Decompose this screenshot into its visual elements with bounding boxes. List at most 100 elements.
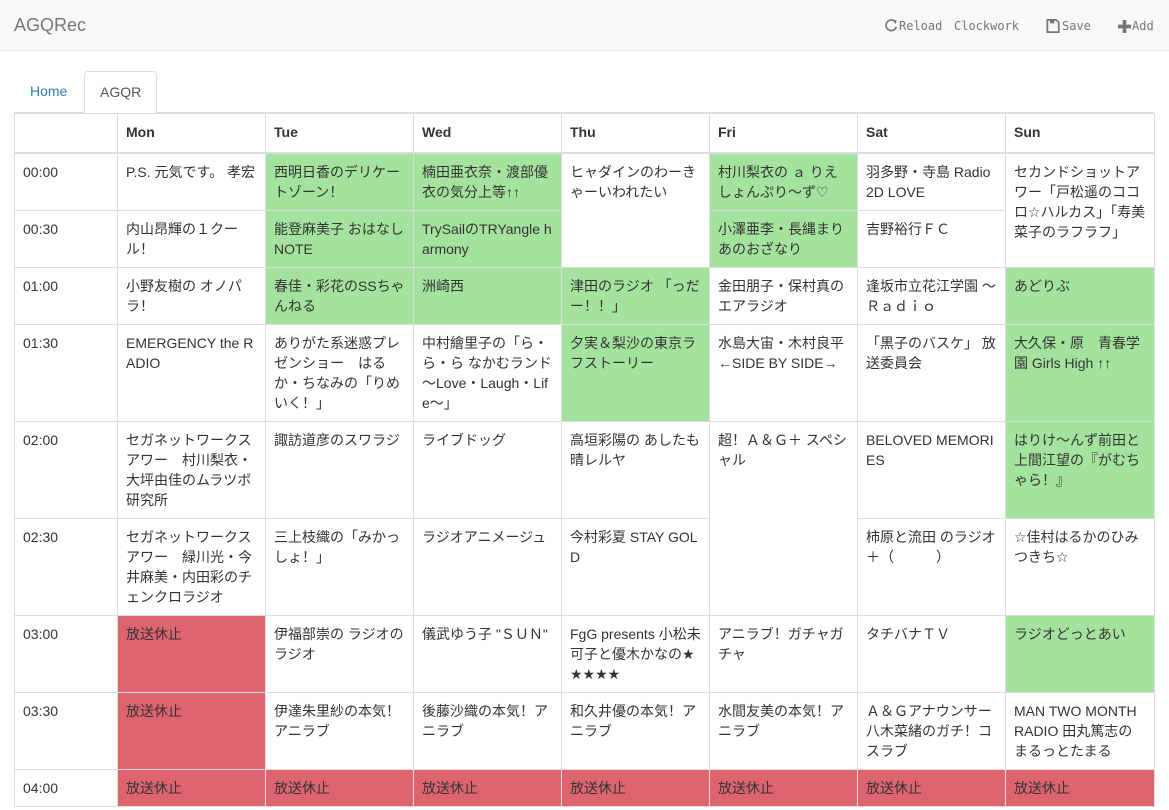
tab-agqr[interactable]: AGQR [84, 71, 158, 114]
program-cell[interactable]: 放送休止 [117, 614, 266, 693]
brand[interactable]: AGQRec [14, 15, 86, 35]
program-cell[interactable]: 今村彩夏 STAY GOLD [561, 517, 710, 616]
refresh-icon [885, 19, 898, 32]
program-cell[interactable]: アニラブ！ガチャガチャ [709, 614, 858, 693]
program-cell[interactable]: 羽多野・寺島 Radio 2D LOVE [857, 152, 1006, 211]
time-label: 03:30 [14, 691, 118, 770]
reload-label: Reload [899, 19, 943, 33]
program-cell[interactable]: ありがた系迷惑プレゼンショー はるか・ちなみの「りめいく！」 [265, 323, 414, 422]
day-header-thu: Thu [561, 113, 710, 154]
day-header-tue: Tue [265, 113, 414, 154]
program-cell[interactable]: 和久井優の本気！アニラブ [561, 691, 710, 770]
plus-icon [1118, 19, 1131, 33]
schedule-row: 03:30 放送休止 伊達朱里紗の本気！アニラブ 後藤沙織の本気！アニラブ 和久井優の本… [14, 691, 1155, 770]
schedule-table: Mon Tue Wed Thu Fri Sat Sun 00:00 P.S. 元気… [14, 113, 1155, 807]
program-cell[interactable]: あどりぶ [1005, 266, 1155, 325]
program-cell[interactable]: 伊福部崇の ラジオのラジオ [265, 614, 414, 693]
day-header-mon: Mon [117, 113, 266, 154]
program-cell[interactable]: 放送休止 [413, 768, 562, 807]
corner-cell [14, 113, 118, 154]
program-cell[interactable]: 村川梨衣の ａ りえしょんぷり～ず♡ [709, 152, 858, 211]
schedule-row: 04:00 放送休止 放送休止 放送休止 放送休止 放送休止 放送休止 放送休止 [14, 768, 1155, 807]
day-header-fri: Fri [709, 113, 858, 154]
program-cell[interactable]: 後藤沙織の本気！アニラブ [413, 691, 562, 770]
schedule-row: 02:00 セガネットワークスアワー 村川梨衣・大坪由佳のムラツボ研究所 諏訪道彦の… [14, 420, 1155, 616]
save-button[interactable]: Save [1046, 16, 1091, 36]
program-cell[interactable]: セカンドショットアワー「戸松遥のココロ☆ハルカス」「寿美菜子のラフラフ」 [1005, 152, 1155, 268]
schedule-row: 00:00 P.S. 元気です。 孝宏 西明日香のデリケートゾーン！ 楠田亜衣奈・渡部… [14, 152, 1155, 268]
day-header-wed: Wed [413, 113, 562, 154]
time-label: 02:00 [14, 420, 118, 519]
program-cell[interactable]: 楠田亜衣奈・渡部優衣の気分上等↑↑ [413, 152, 562, 211]
program-cell[interactable]: ライブドッグ [413, 420, 562, 519]
program-cell[interactable]: 放送休止 [117, 691, 266, 770]
program-cell[interactable]: 三上枝織の「みかっしょ！」 [265, 517, 414, 616]
program-cell[interactable]: 放送休止 [857, 768, 1006, 807]
program-cell[interactable]: 儀武ゆう子 "ＳＵＮ" [413, 614, 562, 693]
time-label: 03:00 [14, 614, 118, 693]
program-cell[interactable]: 放送休止 [265, 768, 414, 807]
program-cell[interactable]: 内山昂輝の１クール！ [117, 209, 266, 268]
program-cell[interactable]: 洲崎西 [413, 266, 562, 325]
program-cell[interactable]: 超！Ａ＆Ｇ＋ スペシャル [709, 420, 858, 616]
program-cell[interactable]: 水間友美の本気！アニラブ [709, 691, 858, 770]
time-label: 02:30 [14, 517, 118, 616]
clockwork-link[interactable]: Clockwork [954, 16, 1019, 36]
program-cell[interactable]: 能登麻美子 おはなしNOTE [265, 209, 414, 268]
program-cell[interactable]: タチバナＴＶ [857, 614, 1006, 693]
program-cell[interactable]: 中村繪里子の「ら・ら・ら なかむランド～Love・Laugh・Life～」 [413, 323, 562, 422]
program-cell[interactable]: 放送休止 [709, 768, 858, 807]
program-cell[interactable]: 吉野裕行ＦＣ [857, 209, 1006, 268]
program-cell[interactable]: 「黒子のバスケ」 放送委員会 [857, 323, 1006, 422]
tab-bar: Home AGQR [14, 71, 1154, 114]
program-cell[interactable]: 西明日香のデリケートゾーン！ [265, 152, 414, 211]
time-label: 01:30 [14, 323, 118, 422]
program-cell[interactable]: BELOVED MEMORIES [857, 420, 1006, 519]
program-cell[interactable]: 夕実＆梨沙の東京ラフストーリー [561, 323, 710, 422]
program-cell[interactable]: ラジオアニメージュ [413, 517, 562, 616]
program-cell[interactable]: セガネットワークスアワー 緑川光・今井麻美・内田彩のチェンクロラジオ [117, 517, 266, 616]
program-cell[interactable]: 大久保・原 青春学園 Girls High ↑↑ [1005, 323, 1155, 422]
save-icon [1046, 19, 1060, 33]
program-cell[interactable]: Ａ＆Ｇアナウンサー八木菜緒のガチ！コスラブ [857, 691, 1006, 770]
program-cell[interactable]: P.S. 元気です。 孝宏 [117, 152, 266, 211]
program-cell[interactable]: FgG presents 小松未可子と優木かなの★★★★★ [561, 614, 710, 693]
program-cell[interactable]: ヒャダインのわーきゃーいわれたい [561, 152, 710, 268]
add-button[interactable]: Add [1118, 16, 1154, 36]
day-header-sun: Sun [1005, 113, 1155, 154]
program-cell[interactable]: TrySailのTRYangle harmony [413, 209, 562, 268]
tab-home[interactable]: Home [15, 71, 82, 113]
program-cell[interactable]: 水島大宙・木村良平 ←SIDE BY SIDE→ [709, 323, 858, 422]
program-cell[interactable]: EMERGENCY the RADIO [117, 323, 266, 422]
program-cell[interactable]: 逢坂市立花江学園 ～ Ｒａｄｉｏ [857, 266, 1006, 325]
program-cell[interactable]: 放送休止 [1005, 768, 1155, 807]
time-label: 00:00 [14, 152, 118, 211]
program-cell[interactable]: はりけ～んず前田と上間江望の『がむちゃら！』 [1005, 420, 1155, 519]
time-label: 01:00 [14, 266, 118, 325]
program-cell[interactable]: 柿原と流田 のラジオ＋（ ） [857, 517, 1006, 616]
schedule-row: 01:30 EMERGENCY the RADIO ありがた系迷惑プレゼンショー は… [14, 323, 1155, 422]
schedule-row: 03:00 放送休止 伊福部崇の ラジオのラジオ 儀武ゆう子 "ＳＵＮ" FgG pre… [14, 614, 1155, 693]
navbar: AGQRec Reload Clockwork Save Add [0, 0, 1169, 51]
program-cell[interactable]: 放送休止 [561, 768, 710, 807]
program-cell[interactable]: 小澤亜李・長縄まりあのおざなり [709, 209, 858, 268]
time-label: 04:00 [14, 768, 118, 807]
program-cell[interactable]: ☆佳村はるかのひみつきち☆ [1005, 517, 1155, 616]
program-cell[interactable]: ラジオどっとあい [1005, 614, 1155, 693]
save-label: Save [1062, 19, 1091, 33]
day-header-sat: Sat [857, 113, 1006, 154]
program-cell[interactable]: 高垣彩陽の あしたも晴レルヤ [561, 420, 710, 519]
time-label: 00:30 [14, 209, 118, 268]
program-cell[interactable]: 伊達朱里紗の本気！アニラブ [265, 691, 414, 770]
program-cell[interactable]: 小野友樹の オノパラ！ [117, 266, 266, 325]
program-cell[interactable]: MAN TWO MONTH RADIO 田丸篤志のまるっとたまる [1005, 691, 1155, 770]
header-row: Mon Tue Wed Thu Fri Sat Sun [14, 113, 1155, 154]
add-label: Add [1132, 19, 1154, 33]
program-cell[interactable]: 津田のラジオ 「っだー！！」 [561, 266, 710, 325]
program-cell[interactable]: 春佳・彩花のSSちゃんねる [265, 266, 414, 325]
program-cell[interactable]: 金田朋子・保村真のエアラジオ [709, 266, 858, 325]
program-cell[interactable]: 放送休止 [117, 768, 266, 807]
reload-button[interactable]: Reload [884, 16, 942, 36]
program-cell[interactable]: セガネットワークスアワー 村川梨衣・大坪由佳のムラツボ研究所 [117, 420, 266, 519]
program-cell[interactable]: 諏訪道彦のスワラジ [265, 420, 414, 519]
